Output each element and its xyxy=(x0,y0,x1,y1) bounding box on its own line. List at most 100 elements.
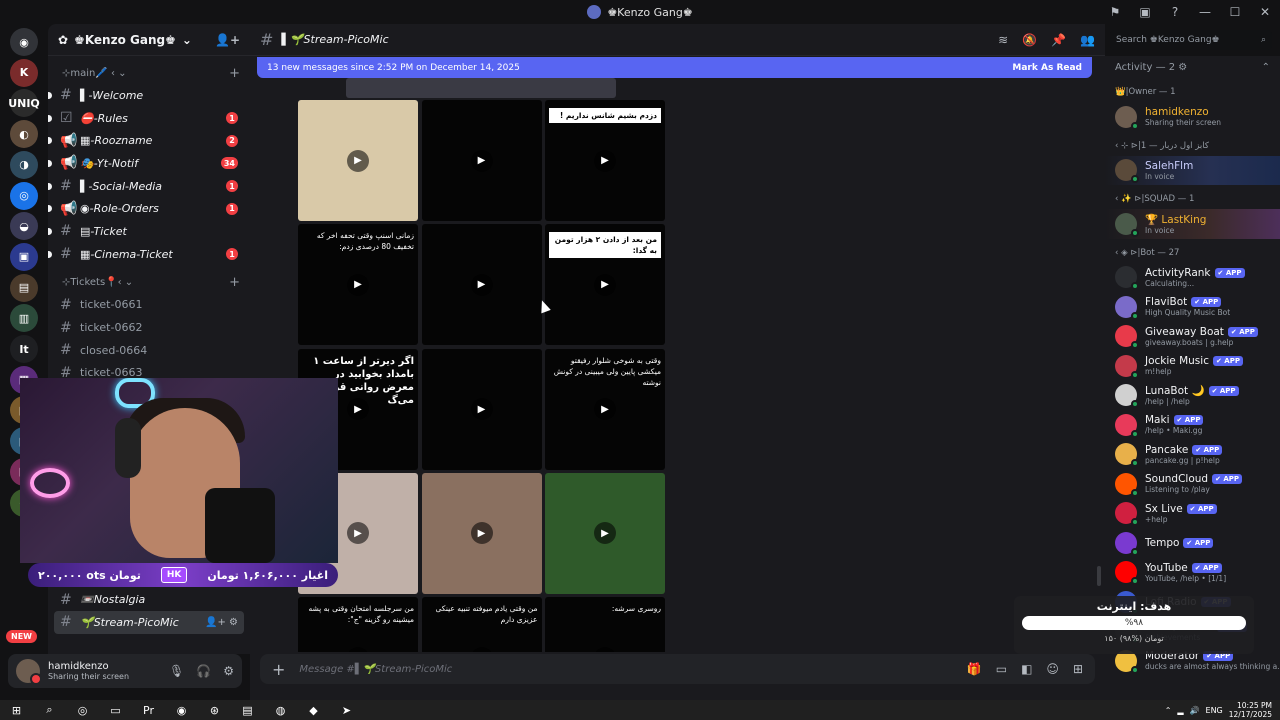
avatar[interactable] xyxy=(16,659,42,685)
video-thumbnail[interactable]: ▶ xyxy=(421,348,542,470)
windows-start-icon[interactable]: ⊞ xyxy=(0,700,33,720)
chevron-up-icon[interactable]: ⌃ xyxy=(1165,706,1172,715)
network-icon[interactable]: ▂ xyxy=(1177,706,1183,715)
server-icon[interactable]: ▤ xyxy=(10,273,38,302)
server-icon[interactable]: ◉ xyxy=(10,28,38,56)
channel-item[interactable]: # ticket-0662 xyxy=(54,316,244,339)
play-icon[interactable]: ▶ xyxy=(470,646,493,652)
channel-settings-icon[interactable]: 👤+ ⚙ xyxy=(205,617,238,628)
member-item[interactable]: Tempo ✔ APP xyxy=(1105,528,1280,558)
channel-item[interactable]: 📢 ▦-Roozname 2 xyxy=(48,129,244,152)
member-item[interactable]: Pancake ✔ APP pancake.gg | p!help xyxy=(1105,440,1280,470)
play-icon[interactable]: ▶ xyxy=(470,398,493,421)
play-icon[interactable]: ▶ xyxy=(347,522,369,545)
gif-icon[interactable]: ▭ xyxy=(996,662,1007,676)
server-icon[interactable]: ▣ xyxy=(10,242,38,271)
play-icon[interactable]: ▶ xyxy=(594,273,616,296)
member-item[interactable]: Sx Live ✔ APP +help xyxy=(1105,499,1280,529)
channel-item[interactable]: # 🌱Stream-PicoMic 👤+ ⚙ xyxy=(54,610,244,634)
member-item[interactable]: YouTube ✔ APP YouTube, /help • [1/1] xyxy=(1105,558,1280,588)
video-thumbnail[interactable]: ▶ xyxy=(421,472,542,594)
member-item[interactable]: Giveaway Boat ✔ APP giveaway.boats | g.hel… xyxy=(1105,322,1280,352)
channel-item[interactable]: # ticket-0661 xyxy=(54,294,244,317)
channel-item[interactable]: # ▤-Ticket xyxy=(48,220,244,243)
gift-icon[interactable]: 🎁 xyxy=(967,662,982,676)
clock[interactable]: 10:25 PM 12/17/2025 xyxy=(1229,701,1272,719)
server-icon[interactable]: ▥ xyxy=(10,304,38,333)
premiere-icon[interactable]: Pr xyxy=(132,700,165,720)
guild-header[interactable]: ✿ ♚Kenzo Gang♚ ⌄ 👤+ xyxy=(48,24,250,56)
invite-user-icon[interactable]: 👤+ xyxy=(215,33,240,47)
channel-item[interactable]: ☑ ⛔-Rules 1 xyxy=(48,107,244,130)
file-explorer-icon[interactable]: ▭ xyxy=(99,700,132,720)
play-icon[interactable]: ▶ xyxy=(470,522,493,545)
obs-icon[interactable]: ◍ xyxy=(264,700,297,720)
member-item[interactable]: SoundCloud ✔ APP Listening to /play xyxy=(1105,469,1280,499)
channel-item[interactable]: 📢 ◉-Role-Orders 1 xyxy=(48,197,244,220)
video-thumbnail[interactable] xyxy=(346,78,616,98)
create-channel-icon[interactable]: + xyxy=(229,275,240,290)
help-icon[interactable]: ? xyxy=(1160,0,1190,24)
member-list-icon[interactable]: 👥 xyxy=(1080,33,1095,47)
server-icon[interactable]: ◒ xyxy=(10,212,38,241)
server-icon[interactable]: K xyxy=(10,58,38,87)
chat-scrollbar[interactable] xyxy=(1097,566,1101,586)
channel-item[interactable]: 📢 🎭-Yt-Notif 34 xyxy=(48,152,244,175)
video-thumbnail[interactable]: من سرجلسه امتحان وقتی به پشه میشینه رو گ… xyxy=(298,597,418,652)
microphone-icon[interactable]: 🎙 xyxy=(169,664,184,678)
steam-icon[interactable]: ⊛ xyxy=(198,700,231,720)
search-input[interactable]: Search ♚Kenzo Gang♚ xyxy=(1116,35,1220,45)
message-input[interactable]: Message #▌🌱Stream-PicoMic xyxy=(299,664,452,675)
video-thumbnail[interactable]: زمانی اسنپ وقتی تحفه اخر که تخفیف 80 درص… xyxy=(298,224,418,346)
play-icon[interactable]: ▶ xyxy=(347,149,369,172)
search-icon[interactable]: ⌕ xyxy=(33,700,66,720)
channel-item[interactable]: # ▦-Cinema-Ticket 1 xyxy=(48,243,244,266)
member-item[interactable]: LunaBot 🌙 ✔ APP/help | /help xyxy=(1105,381,1280,411)
create-channel-icon[interactable]: + xyxy=(229,66,240,81)
play-icon[interactable]: ▶ xyxy=(594,398,616,421)
video-thumbnail[interactable]: روسری سرشه: ▶ xyxy=(545,597,665,652)
server-icon[interactable]: ◑ xyxy=(10,150,38,179)
server-icon[interactable]: ◎ xyxy=(10,181,38,210)
channel-category[interactable]: ⊹Tickets📍‹ ⌄ + xyxy=(48,272,250,294)
headphones-icon[interactable]: 🎧 xyxy=(196,664,211,678)
play-icon[interactable]: ▶ xyxy=(594,522,616,545)
mute-bell-icon[interactable]: 🔕 xyxy=(1022,33,1037,47)
member-item[interactable]: Maki ✔ APP/help • Maki.gg xyxy=(1105,410,1280,440)
play-icon[interactable]: ▶ xyxy=(594,646,616,652)
video-thumbnail[interactable]: دزدم بشیم شانس نداریم ! ▶ xyxy=(545,100,665,221)
channel-item[interactable]: # ▌-Welcome xyxy=(48,84,244,107)
play-icon[interactable]: ▶ xyxy=(470,273,493,296)
activity-header[interactable]: Activity — 2 ⚙ ⌃ xyxy=(1105,56,1280,78)
video-thumbnail[interactable]: ▶ xyxy=(421,224,542,346)
video-thumbnail[interactable]: ▶ xyxy=(545,472,665,594)
member-item[interactable]: SalehFlm In voice xyxy=(1105,155,1280,185)
member-item[interactable]: hamidkenzo Sharing their screen xyxy=(1105,102,1280,132)
play-icon[interactable]: ▶ xyxy=(347,646,369,652)
apps-icon[interactable]: ⊞ xyxy=(1073,662,1083,676)
maximize-button[interactable]: ☐ xyxy=(1220,0,1250,24)
close-button[interactable]: ✕ xyxy=(1250,0,1280,24)
discord-icon[interactable]: ◉ xyxy=(165,700,198,720)
app-icon[interactable]: ➤ xyxy=(330,700,363,720)
channel-category[interactable]: ⊹main🖊️ ‹ ⌄ + xyxy=(48,62,250,84)
store-icon[interactable]: ▤ xyxy=(231,700,264,720)
video-thumbnail[interactable]: ▶ xyxy=(421,100,542,221)
play-icon[interactable]: ▶ xyxy=(594,149,616,172)
edge-icon[interactable]: ◎ xyxy=(66,700,99,720)
member-item[interactable]: Jockie Music ✔ APP m!help xyxy=(1105,351,1280,381)
server-icon[interactable]: ◐ xyxy=(10,120,38,149)
channel-item[interactable]: # ▌-Social-Media 1 xyxy=(48,175,244,198)
member-item[interactable]: ActivityRank ✔ APP Calculating... xyxy=(1105,263,1280,293)
member-item[interactable]: FlaviBot ✔ APP High Quality Music Bot xyxy=(1105,292,1280,322)
upload-plus-icon[interactable]: + xyxy=(272,660,285,679)
emoji-icon[interactable]: ☺ xyxy=(1046,662,1059,676)
video-thumbnail[interactable]: وقتی به شوخی شلوار رفیقتو میکشی پایین ول… xyxy=(545,348,665,470)
play-icon[interactable]: ▶ xyxy=(470,149,493,172)
user-settings-icon[interactable]: ⚙ xyxy=(223,664,234,678)
mark-as-read-button[interactable]: Mark As Read xyxy=(1012,63,1082,73)
channel-item[interactable]: # 📼Nostalgia xyxy=(54,588,244,611)
server-icon[interactable]: It xyxy=(10,335,38,363)
collapse-icon[interactable]: ⌃ xyxy=(1262,62,1270,73)
channel-item[interactable]: # closed-0664 xyxy=(54,339,244,362)
